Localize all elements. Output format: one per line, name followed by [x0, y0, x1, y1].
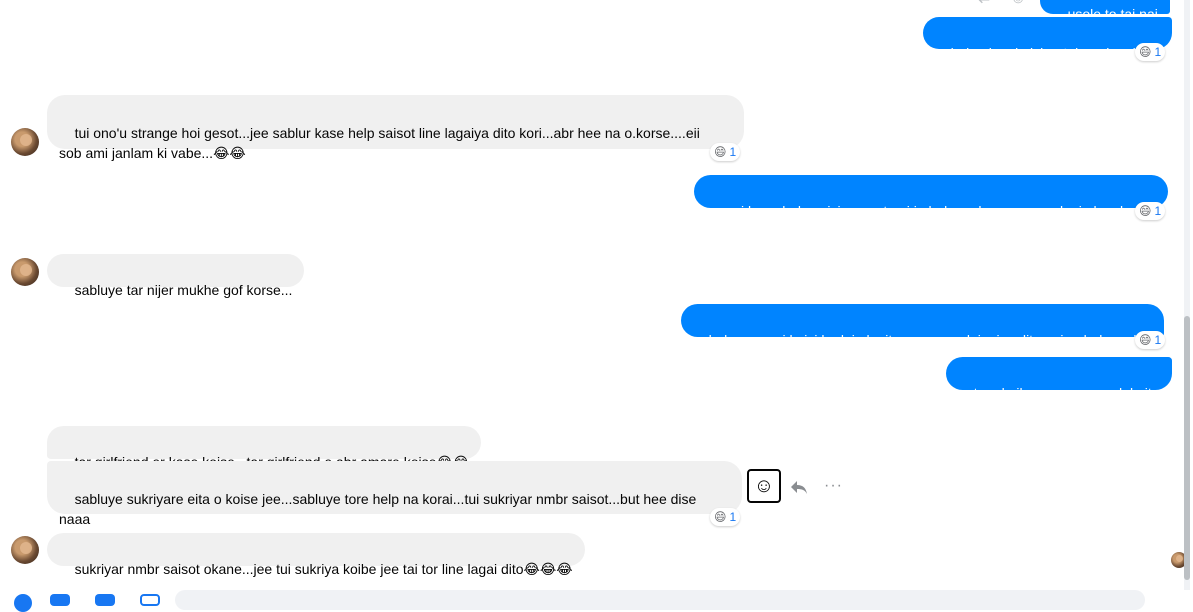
message-bubble-outgoing[interactable]: hala akan koisi ar tui are kan kore [923, 17, 1172, 61]
scrollbar[interactable] [1184, 0, 1190, 600]
message-text: sabluye tar nijer mukhe gof korse... [74, 282, 293, 298]
plus-circle-icon[interactable] [14, 594, 32, 612]
laughing-emoji-icon: 😄 [1139, 45, 1152, 59]
message-bubble-outgoing[interactable]: ami kuno help caici na .....tumi je buka… [694, 175, 1168, 219]
message-text: tare koile na massage dekaito [973, 385, 1160, 401]
reaction-count: 1 [1154, 45, 1162, 59]
message-bubble-outgoing[interactable]: haha .....ami koisi he lain lagito .....… [681, 304, 1165, 348]
message-text: sabluye sukriyare eita o koise jee...sab… [59, 491, 697, 527]
laughing-emoji-icon: 😄 [1139, 333, 1152, 347]
gif-icon[interactable] [140, 594, 160, 606]
react-button[interactable]: ☺ [747, 469, 781, 503]
message-bubble-outgoing[interactable]: tare koile na massage dekaito [946, 357, 1172, 401]
message-bubble-outgoing[interactable]: usole to tai nai [1040, 0, 1170, 22]
reaction-count: 1 [729, 510, 737, 524]
reaction-count: 1 [1154, 333, 1162, 347]
reaction-badge[interactable]: 😄 1 [1135, 202, 1166, 220]
reaction-count: 1 [729, 145, 737, 159]
message-text: haha .....ami koisi he lain lagito .....… [708, 332, 1153, 348]
image-icon[interactable] [50, 594, 70, 606]
sticker-icon[interactable] [95, 594, 115, 606]
message-text: tui ono'u strange hoi gesot...jee sablur… [59, 125, 700, 161]
message-text: hala akan koisi ar tui are kan kore [950, 45, 1160, 61]
reaction-badge[interactable]: 😄 1 [710, 143, 741, 161]
scrollbar-thumb[interactable] [1184, 316, 1190, 580]
chat-thread: ↩ ☺ usole to tai nai hala akan koisi ar … [0, 0, 1193, 612]
message-bubble-incoming[interactable]: sabluye sukriyare eita o koise jee...sab… [47, 461, 742, 527]
smiley-face-icon[interactable]: ☺ [1010, 0, 1026, 8]
reply-arrow-icon[interactable] [789, 478, 809, 496]
more-horizontal-icon[interactable]: ··· [824, 477, 843, 495]
contact-avatar[interactable] [11, 536, 39, 564]
message-bubble-incoming[interactable]: tui ono'u strange hoi gesot...jee sablur… [47, 95, 744, 161]
message-bubble-incoming[interactable]: sabluye tar nijer mukhe gof korse... [47, 254, 305, 298]
laughing-emoji-icon: 😄 [714, 510, 727, 524]
message-input[interactable] [175, 590, 1145, 610]
laughing-emoji-icon: 😄 [1139, 204, 1152, 218]
message-bubble-incoming[interactable]: tar girlfriend er kase koise...tar girlf… [47, 426, 482, 470]
reaction-badge[interactable]: 😄 1 [1135, 331, 1166, 349]
reaction-count: 1 [1154, 204, 1162, 218]
contact-avatar[interactable] [11, 258, 39, 286]
reaction-badge[interactable]: 😄 1 [1135, 43, 1166, 61]
contact-avatar[interactable] [11, 128, 39, 156]
message-text: sukriyar nmbr saisot okane...jee tui suk… [74, 561, 573, 577]
laughing-emoji-icon: 😄 [714, 145, 727, 159]
reply-arrow-icon[interactable]: ↩ [978, 0, 991, 10]
reaction-badge[interactable]: 😄 1 [710, 508, 741, 526]
smiley-face-icon: ☺ [753, 474, 775, 497]
message-text: ami kuno help caici na .....tumi je buka… [721, 203, 1154, 219]
message-bubble-incoming[interactable]: sukriyar nmbr saisot okane...jee tui suk… [47, 533, 585, 577]
